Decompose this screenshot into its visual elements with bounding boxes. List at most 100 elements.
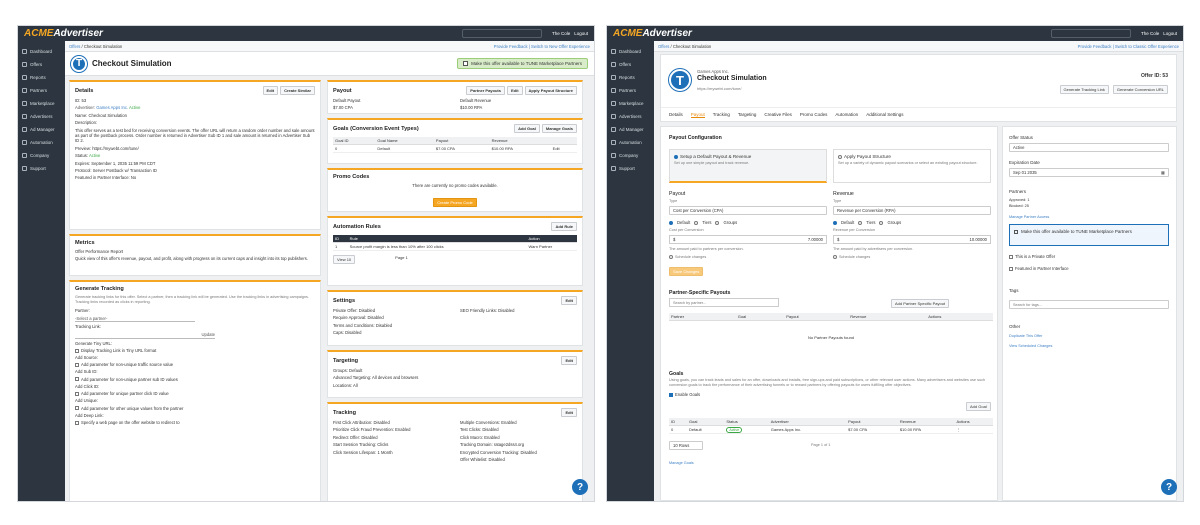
sidebar-item-offers[interactable]: Offers [18, 58, 65, 71]
scheduled-changes-link[interactable]: View Scheduled Changes [1009, 344, 1052, 348]
logout-link[interactable]: Logout [574, 31, 588, 36]
sidebar-item-automation[interactable]: Automation [18, 136, 65, 149]
payout-mode-radios[interactable]: Default Tiers Groups [664, 219, 742, 226]
payout-type-select[interactable]: Cost per Conversion (CPA) [669, 206, 827, 215]
sidebar-item-offers[interactable]: Offers [607, 58, 654, 71]
settings-edit-button[interactable]: Edit [561, 296, 577, 305]
tracking-link-field[interactable]: Update [75, 332, 215, 339]
deep-option[interactable]: Specify a web page on the offer website … [70, 419, 320, 426]
sidebar-item-ad-manager[interactable]: Ad Manager [18, 123, 65, 136]
duplicate-offer-link[interactable]: Duplicate This Offer [1009, 334, 1042, 338]
tracking-edit-button[interactable]: Edit [561, 408, 577, 417]
sidebar-item-company[interactable]: Company [607, 149, 654, 162]
payout-schedule-toggle[interactable]: Schedule changes [664, 254, 711, 260]
revenue-schedule-toggle[interactable]: Schedule changes [828, 254, 875, 260]
create-similar-button[interactable]: Create Similar [280, 86, 315, 95]
tab-tracking[interactable]: Tracking [713, 112, 730, 117]
help-icon[interactable]: ? [572, 479, 588, 495]
generate-tracking-link-button[interactable]: Generate Tracking Link [1059, 85, 1109, 94]
sidebar-item-dashboard[interactable]: Dashboard [607, 45, 654, 58]
sidebar-item-marketplace[interactable]: Marketplace [607, 97, 654, 110]
tab-payout[interactable]: Payout [690, 112, 705, 118]
manage-partner-access-link[interactable]: Manage Partner Access [1009, 215, 1049, 219]
payout-edit-button[interactable]: Edit [506, 86, 523, 95]
cost-label: Cost per Conversion [669, 228, 704, 232]
breadcrumb-offers[interactable]: Offers [658, 44, 669, 49]
cost-input[interactable]: $7.00000 [669, 235, 827, 244]
marketplace-banner[interactable]: Make this offer available to TUNE Market… [457, 58, 588, 69]
manage-goals-button[interactable]: Manage Goals [541, 124, 577, 133]
tab-details[interactable]: Details [669, 112, 683, 117]
details-edit-button[interactable]: Edit [262, 86, 279, 95]
advertiser-link[interactable]: Games Apps Inc. [96, 105, 128, 110]
marketplace-checkbox[interactable] [463, 61, 469, 66]
add-goal-button[interactable]: Add Goal [966, 402, 991, 411]
performance-report-link[interactable]: Offer Performance Report [70, 248, 320, 255]
global-search-input[interactable] [1050, 29, 1131, 38]
manage-goals-link[interactable]: Manage Goals [669, 461, 694, 465]
goal-edit-link[interactable]: Edit [550, 144, 577, 153]
logout-link[interactable]: Logout [1163, 31, 1177, 36]
add-partner-payout-button[interactable]: Add Partner Specific Payout [891, 299, 950, 308]
sidebar-item-reports[interactable]: Reports [18, 71, 65, 84]
user-name[interactable]: The Cole [552, 31, 570, 36]
offer-url[interactable]: https://mywebt.com/tune/ [697, 86, 741, 91]
tab-promo-codes[interactable]: Promo Codes [800, 112, 828, 117]
view-count-select[interactable]: View 10 [333, 255, 356, 264]
click-option[interactable]: Add parameter for unique partner click I… [70, 390, 320, 397]
revenue-mode-radios[interactable]: Default Tiers Groups [828, 219, 906, 226]
sidebar-item-partners[interactable]: Partners [18, 84, 65, 97]
save-changes-button[interactable]: Save Changes [669, 267, 704, 276]
rows-select[interactable]: 10 Rows [669, 441, 703, 450]
default-payout-option[interactable]: Setup a Default Payout & Revenue Set up … [669, 149, 827, 183]
generate-conversion-url-button[interactable]: Generate Conversion URL [1112, 85, 1168, 94]
tab-creative-files[interactable]: Creative Files [764, 112, 792, 117]
unique-option[interactable]: Add parameter for other unique values fr… [70, 405, 320, 412]
feedback-links[interactable]: Provide Feedback | Switch to New Offer E… [494, 44, 590, 49]
user-name[interactable]: The Cole [1141, 31, 1159, 36]
preview-url[interactable]: Preview: https://mywebt.com/tune/ [70, 145, 320, 152]
tab-additional-settings[interactable]: Additional Settings [866, 112, 903, 117]
add-rule-button[interactable]: Add Rule [551, 222, 577, 231]
private-offer-checkbox[interactable]: This is a Private Offer [1004, 253, 1060, 260]
sidebar-item-advertisers[interactable]: Advertisers [607, 110, 654, 123]
help-icon[interactable]: ? [1161, 479, 1177, 495]
sidebar-item-advertisers[interactable]: Advertisers [18, 110, 65, 123]
partner-search-input[interactable]: Search by partner... [669, 298, 779, 307]
revenue-type-select[interactable]: Revenue per Conversion (RPA) [833, 206, 991, 215]
sidebar-item-reports[interactable]: Reports [607, 71, 654, 84]
default-revenue-label: Default Revenue [460, 98, 492, 103]
update-button[interactable]: Update [201, 332, 215, 337]
sidebar-item-partners[interactable]: Partners [607, 84, 654, 97]
enable-goals-checkbox[interactable]: Enable Goals [664, 391, 705, 398]
sub-option[interactable]: Add parameter for non-unique partner sub… [70, 376, 320, 383]
add-goal-button[interactable]: Add Goal [514, 124, 540, 133]
goal-actions-icon[interactable]: ⋮ [954, 425, 993, 434]
apply-structure-option[interactable]: Apply Payout Structure Set up a variety … [833, 149, 991, 183]
source-option[interactable]: Add parameter for non-unique traffic sou… [70, 361, 320, 368]
sidebar-item-marketplace[interactable]: Marketplace [18, 97, 65, 110]
sidebar-item-dashboard[interactable]: Dashboard [18, 45, 65, 58]
global-search-input[interactable] [461, 29, 542, 38]
offer-status-select[interactable]: Active [1009, 143, 1169, 152]
feedback-links[interactable]: Provide Feedback | Switch to Classic Off… [1078, 44, 1179, 49]
sidebar-item-automation[interactable]: Automation [607, 136, 654, 149]
create-promo-button[interactable]: Create Promo Code [433, 198, 477, 208]
tags-input[interactable]: Search for tags... [1009, 300, 1169, 309]
expiration-date-input[interactable]: Sep 01 2035 ▦ [1009, 168, 1169, 177]
partner-select[interactable]: -Select a partner- [75, 315, 195, 323]
sidebar-item-ad-manager[interactable]: Ad Manager [607, 123, 654, 136]
revenue-input[interactable]: $10.00000 [833, 235, 991, 244]
targeting-edit-button[interactable]: Edit [561, 356, 577, 365]
marketplace-option[interactable]: Make this offer available to TUNE Market… [1009, 224, 1169, 246]
sidebar-item-company[interactable]: Company [18, 149, 65, 162]
featured-checkbox[interactable]: Featured in Partner Interface [1004, 265, 1074, 272]
tab-targeting[interactable]: Targeting [738, 112, 757, 117]
sidebar-item-support[interactable]: Support [18, 162, 65, 175]
tab-automation[interactable]: Automation [835, 112, 858, 117]
partner-payouts-button[interactable]: Partner Payouts [466, 86, 505, 95]
breadcrumb-offers[interactable]: Offers [69, 44, 80, 49]
sidebar-item-support[interactable]: Support [607, 162, 654, 175]
tiny-url-option[interactable]: Display Tracking Link in Tiny URL format [70, 347, 320, 354]
apply-payout-button[interactable]: Apply Payout Structure [524, 86, 577, 95]
